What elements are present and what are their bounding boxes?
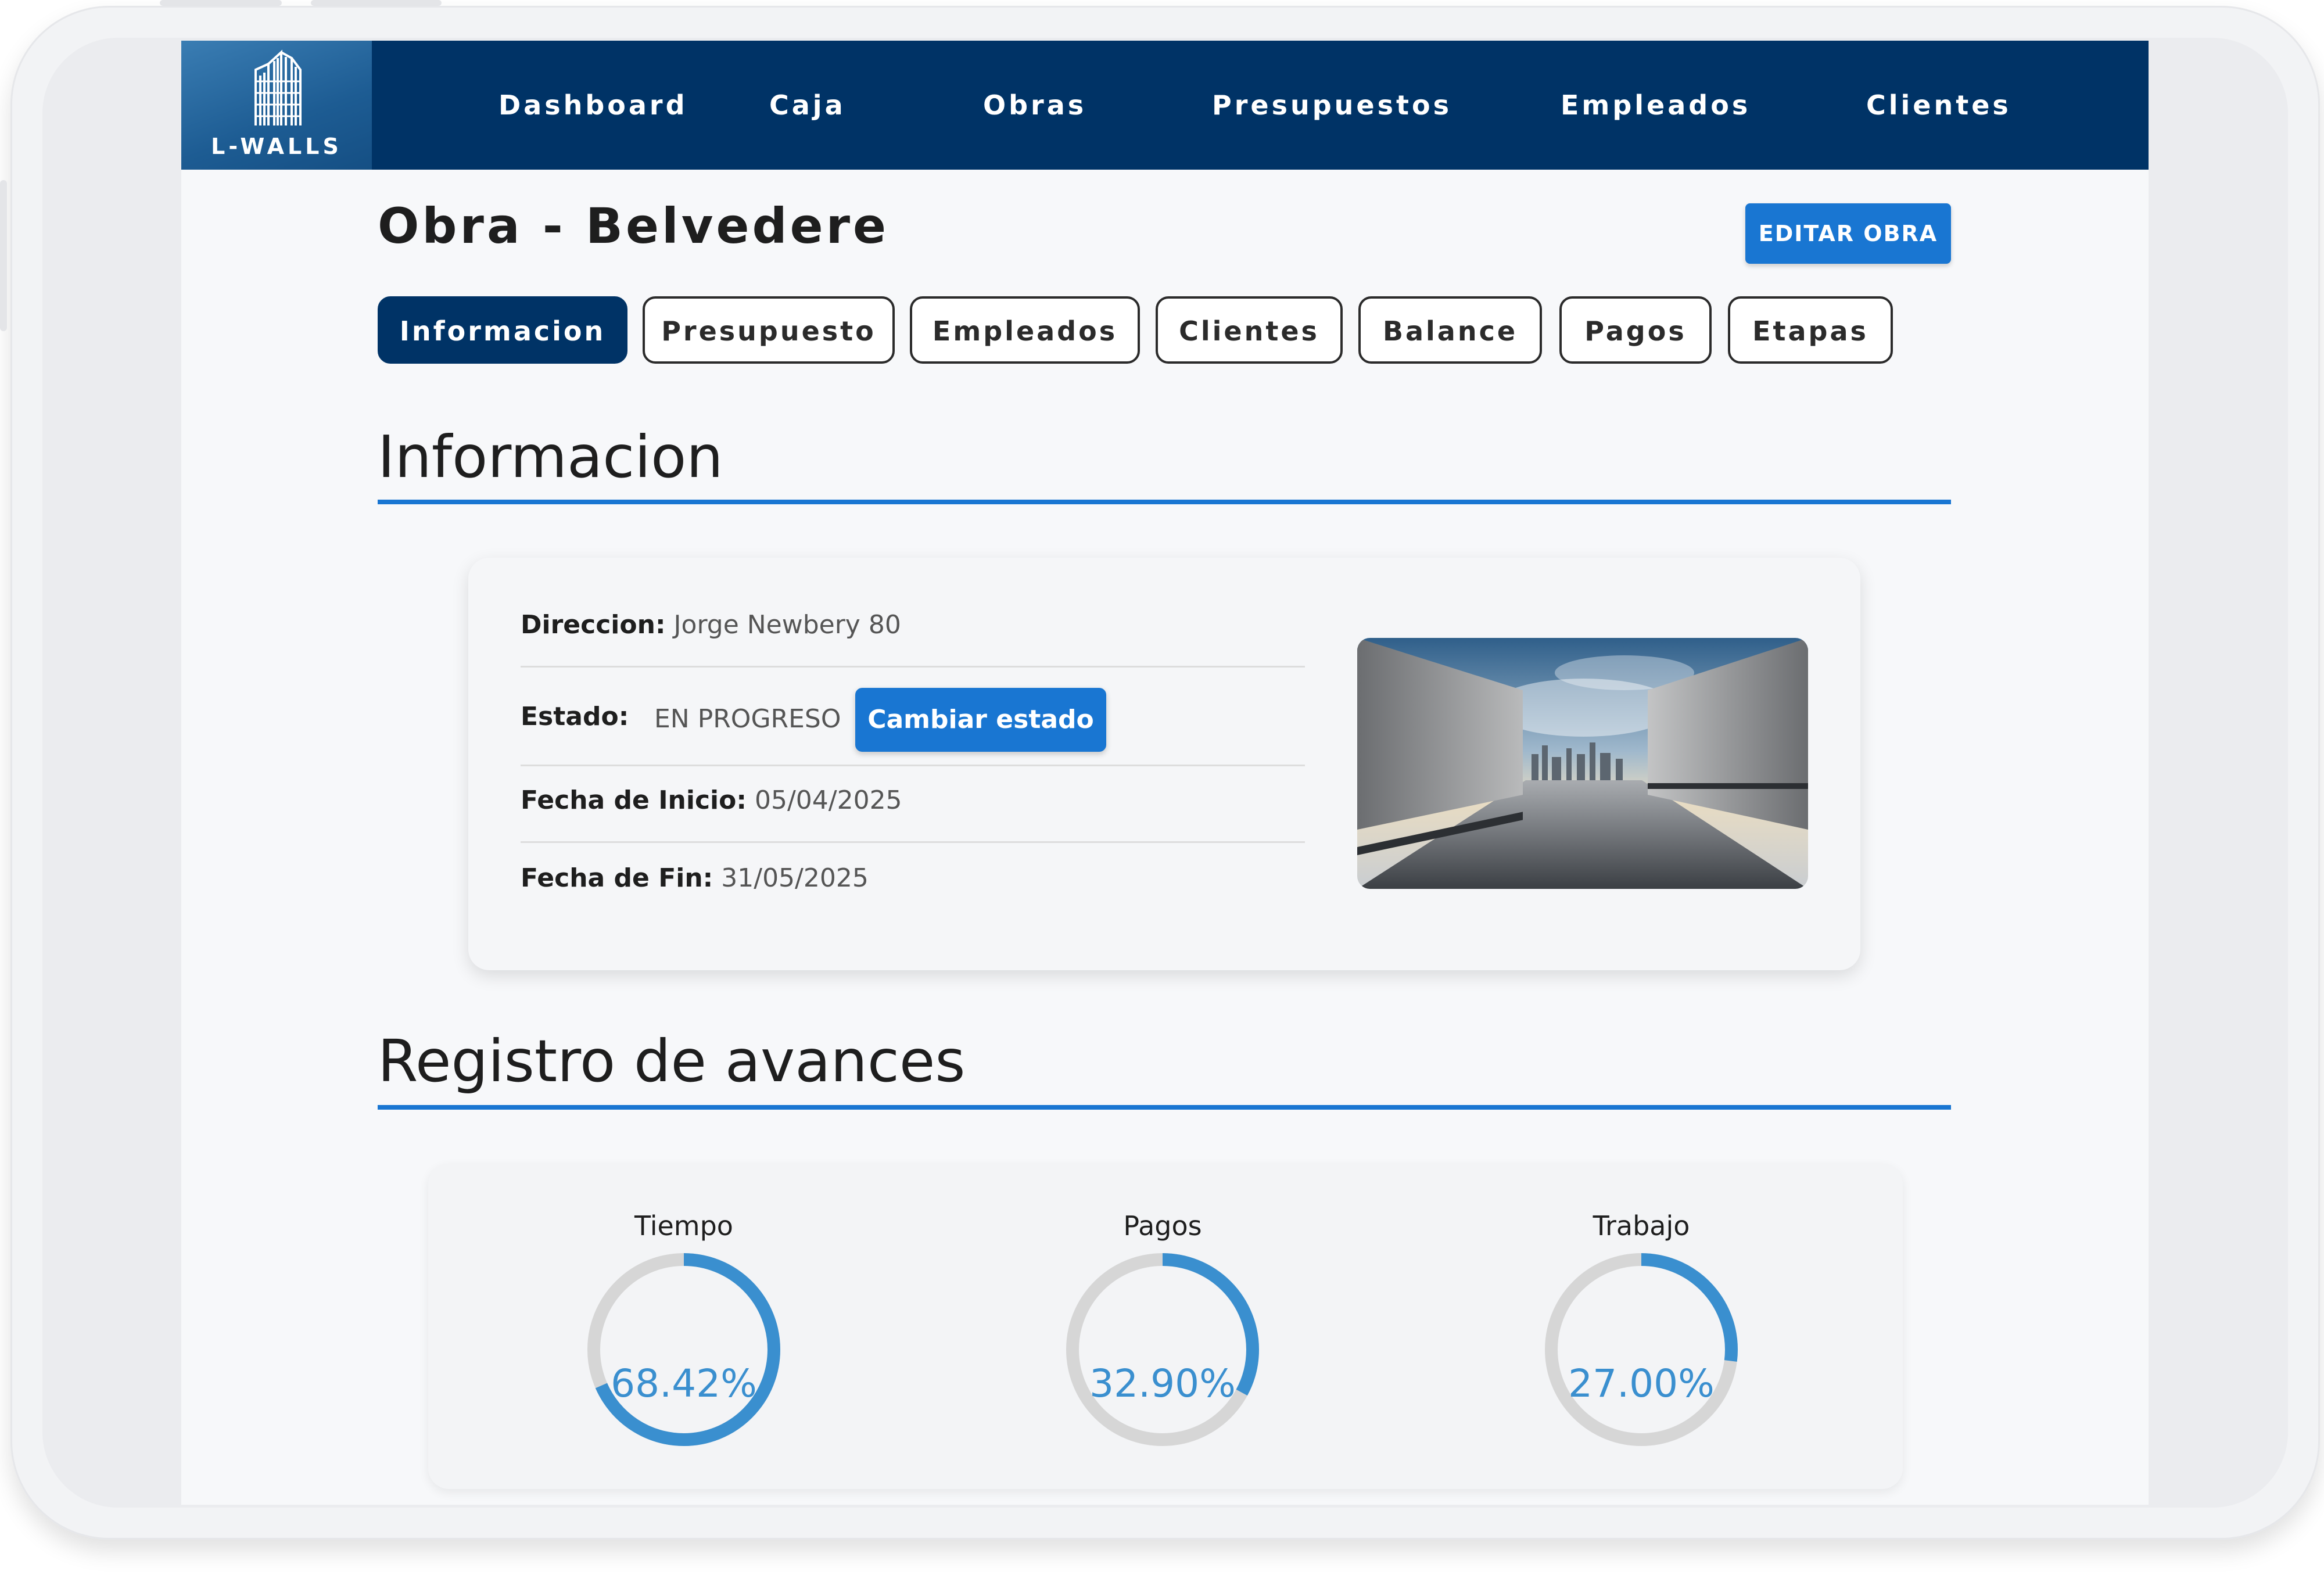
fecha-fin-row: Fecha de Fin: 31/05/2025 xyxy=(521,863,1305,893)
logo[interactable]: L-WALLS xyxy=(181,41,372,170)
logo-text: L-WALLS xyxy=(211,134,342,159)
progress-ring xyxy=(1545,1253,1738,1446)
direccion-value: Jorge Newbery 80 xyxy=(673,610,901,640)
section-title-avances: Registro de avances xyxy=(378,1027,966,1095)
section-divider xyxy=(378,1105,1951,1110)
cambiar-estado-button[interactable]: Cambiar estado xyxy=(855,688,1106,752)
tablet-top-button xyxy=(311,0,442,6)
gauge-trabajo: Trabajo 27.00% xyxy=(1467,1164,1816,1489)
direccion-label: Direccion: xyxy=(521,610,666,640)
fecha-fin-label: Fecha de Fin: xyxy=(521,863,713,893)
row-divider xyxy=(521,765,1305,766)
progress-ring xyxy=(587,1253,780,1446)
tab-balance[interactable]: Balance xyxy=(1358,296,1542,364)
tablet-top-button xyxy=(160,0,282,6)
building-logo-icon xyxy=(254,49,302,125)
app-screen: L-WALLS Dashboard Caja Obras Presupuesto… xyxy=(181,41,2149,1505)
gauge-value: 68.42% xyxy=(611,1361,757,1406)
nav-caja[interactable]: Caja xyxy=(769,86,846,124)
estado-label: Estado: xyxy=(521,702,629,731)
tab-etapas[interactable]: Etapas xyxy=(1728,296,1893,364)
tab-presupuesto[interactable]: Presupuesto xyxy=(643,296,895,364)
fecha-inicio-value: 05/04/2025 xyxy=(754,785,902,815)
nav-clientes[interactable]: Clientes xyxy=(1866,86,2011,124)
nav-obras[interactable]: Obras xyxy=(983,86,1086,124)
progress-card: Tiempo 68.42% Pagos 32.90% Trabajo 27.00… xyxy=(428,1164,1903,1489)
tab-clientes[interactable]: Clientes xyxy=(1156,296,1343,364)
nav-presupuestos[interactable]: Presupuestos xyxy=(1212,86,1452,124)
row-divider xyxy=(521,841,1305,843)
estado-value: EN PROGRESO xyxy=(654,704,841,734)
nav-empleados[interactable]: Empleados xyxy=(1561,86,1751,124)
gauge-pagos: Pagos 32.90% xyxy=(988,1164,1337,1489)
fecha-inicio-row: Fecha de Inicio: 05/04/2025 xyxy=(521,785,1305,815)
edit-obra-button[interactable]: EDITAR OBRA xyxy=(1745,203,1951,264)
section-divider xyxy=(378,500,1951,504)
nav-dashboard[interactable]: Dashboard xyxy=(498,86,688,124)
tab-informacion[interactable]: Informacion xyxy=(378,296,627,364)
obra-photo xyxy=(1357,638,1808,889)
top-navbar: L-WALLS Dashboard Caja Obras Presupuesto… xyxy=(181,41,2149,170)
gauge-label: Pagos xyxy=(1123,1210,1202,1242)
fecha-fin-value: 31/05/2025 xyxy=(721,863,869,893)
gauge-label: Trabajo xyxy=(1593,1210,1690,1242)
gauge-value: 27.00% xyxy=(1568,1361,1715,1406)
gauge-value: 32.90% xyxy=(1089,1361,1236,1406)
direccion-row: Direccion: Jorge Newbery 80 xyxy=(521,610,1305,640)
tab-empleados[interactable]: Empleados xyxy=(910,296,1140,364)
tablet-side-button xyxy=(0,180,7,331)
info-card: Direccion: Jorge Newbery 80 Estado: EN PR… xyxy=(468,558,1860,970)
gauge-tiempo: Tiempo 68.42% xyxy=(510,1164,858,1489)
page-title: Obra - Belvedere xyxy=(378,198,890,254)
tab-pagos[interactable]: Pagos xyxy=(1559,296,1712,364)
gauge-label: Tiempo xyxy=(634,1210,733,1242)
section-title-informacion: Informacion xyxy=(378,423,723,491)
progress-ring xyxy=(1066,1253,1259,1446)
fecha-inicio-label: Fecha de Inicio: xyxy=(521,785,747,815)
row-divider xyxy=(521,666,1305,668)
